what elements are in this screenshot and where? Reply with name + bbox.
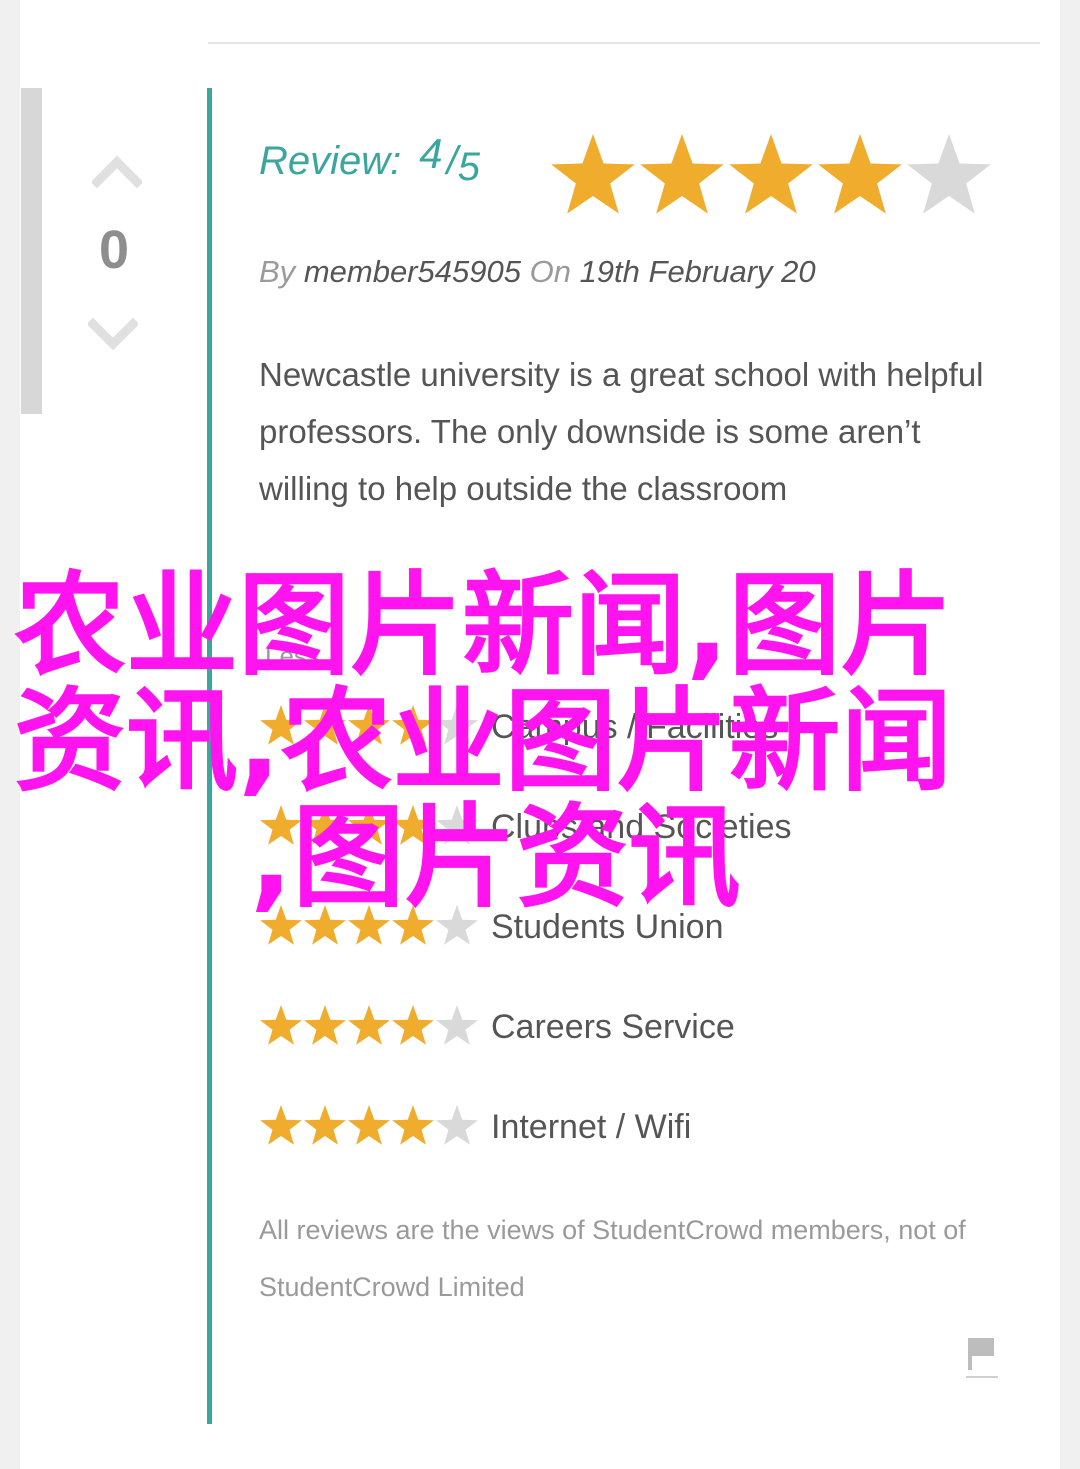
- star-filled-icon: [260, 1005, 302, 1045]
- star-filled-icon: [392, 905, 434, 945]
- top-divider: [208, 42, 1040, 44]
- star-filled-icon: [551, 134, 635, 214]
- review-heading: Review: 4/5: [259, 130, 480, 196]
- overall-star-rating: [551, 134, 991, 214]
- star-filled-icon: [640, 134, 724, 214]
- category-stars: [260, 1005, 478, 1045]
- category-name: Careers Service: [491, 1008, 735, 1046]
- chevron-down-icon[interactable]: [88, 316, 138, 354]
- byline: By member545905 On 19th February 20: [259, 252, 816, 292]
- category-name: Clubs and Societies: [491, 808, 792, 846]
- category-rating-row: Students Union: [259, 904, 1019, 956]
- review-max: 5: [457, 145, 480, 189]
- accent-line: [207, 88, 212, 1424]
- star-filled-icon: [260, 705, 302, 745]
- star-empty-icon: [436, 705, 478, 745]
- star-filled-icon: [304, 905, 346, 945]
- vote-bar: [21, 88, 42, 414]
- star-filled-icon: [348, 905, 390, 945]
- review-score: 4: [419, 130, 443, 177]
- star-empty-icon: [436, 905, 478, 945]
- star-filled-icon: [392, 705, 434, 745]
- less-link[interactable]: Less: [265, 640, 320, 672]
- star-filled-icon: [729, 134, 813, 214]
- review-slash: /: [446, 139, 458, 183]
- star-filled-icon: [348, 1105, 390, 1145]
- category-stars: [260, 905, 478, 945]
- flag-icon[interactable]: [962, 1332, 1002, 1382]
- star-filled-icon: [304, 705, 346, 745]
- star-empty-icon: [907, 134, 991, 214]
- star-filled-icon: [304, 805, 346, 845]
- star-filled-icon: [392, 805, 434, 845]
- review-date: 19th February 20: [579, 254, 816, 289]
- category-rating-row: Clubs and Societies: [259, 804, 1019, 856]
- review-author[interactable]: member545905: [304, 254, 521, 289]
- category-stars: [260, 705, 478, 745]
- vote-count: 0: [98, 220, 130, 280]
- star-filled-icon: [260, 1105, 302, 1145]
- star-filled-icon: [392, 1105, 434, 1145]
- category-name: Students Union: [491, 908, 724, 946]
- star-empty-icon: [436, 805, 478, 845]
- star-filled-icon: [260, 905, 302, 945]
- category-rating-row: Campus / Facilities: [259, 704, 1019, 756]
- category-name: Campus / Facilities: [491, 708, 779, 746]
- review-label: Review:: [259, 139, 402, 183]
- star-filled-icon: [260, 805, 302, 845]
- star-empty-icon: [436, 1005, 478, 1045]
- category-rating-row: Internet / Wifi: [259, 1104, 1019, 1156]
- star-empty-icon: [436, 1105, 478, 1145]
- category-rating-row: Careers Service: [259, 1004, 1019, 1056]
- review-body: Newcastle university is a great school w…: [259, 356, 984, 507]
- star-filled-icon: [818, 134, 902, 214]
- star-filled-icon: [304, 1105, 346, 1145]
- category-stars: [260, 1105, 478, 1145]
- byline-on: On: [529, 254, 571, 289]
- star-filled-icon: [348, 1005, 390, 1045]
- star-filled-icon: [348, 705, 390, 745]
- star-filled-icon: [304, 1005, 346, 1045]
- disclaimer: All reviews are the views of StudentCrow…: [259, 1215, 966, 1302]
- category-stars: [260, 805, 478, 845]
- category-name: Internet / Wifi: [491, 1108, 692, 1146]
- star-filled-icon: [348, 805, 390, 845]
- byline-by: By: [259, 254, 296, 289]
- star-filled-icon: [392, 1005, 434, 1045]
- chevron-up-icon[interactable]: [92, 152, 142, 190]
